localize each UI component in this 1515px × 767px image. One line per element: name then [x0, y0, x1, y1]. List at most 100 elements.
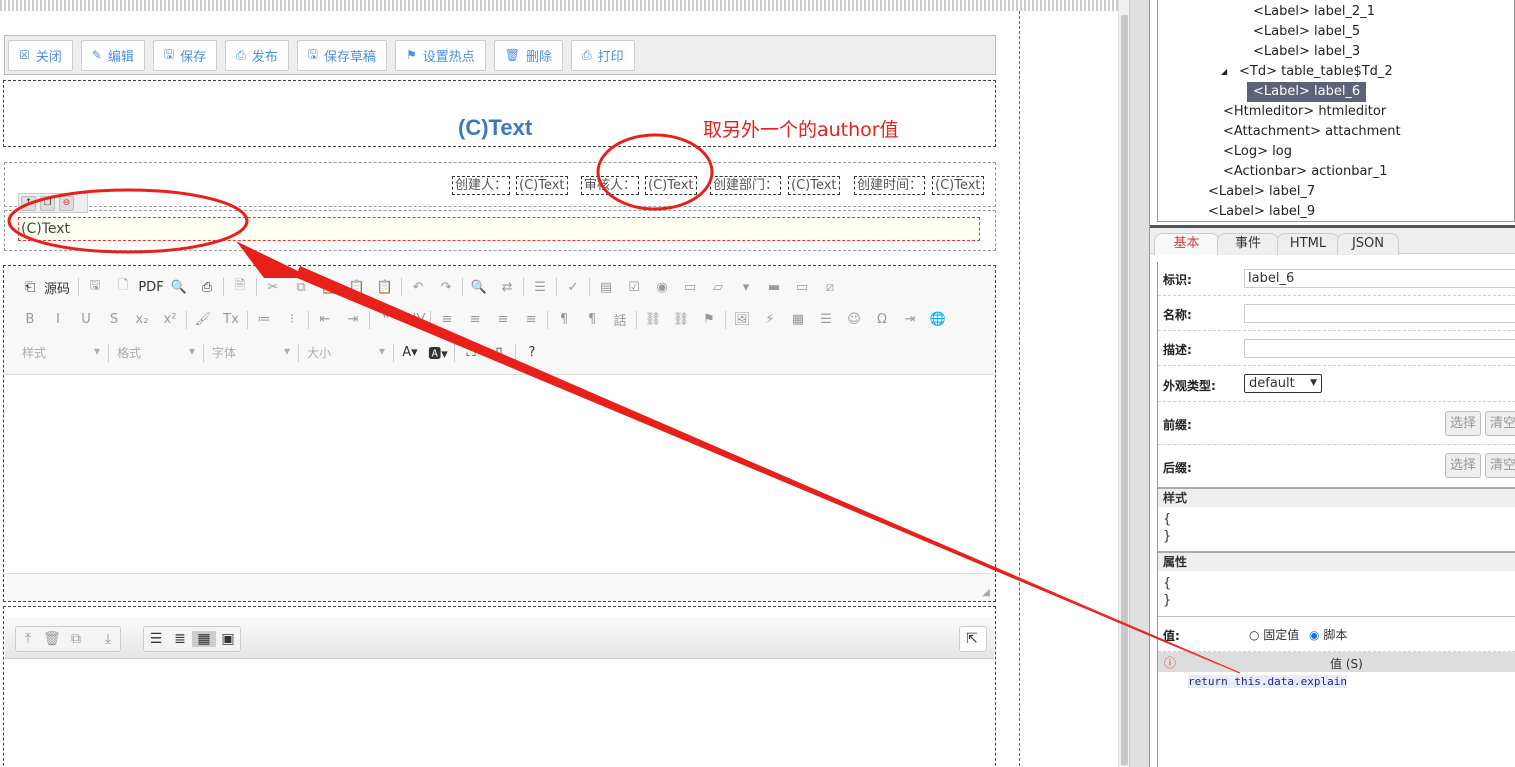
tree-node[interactable]: <Label> label_6	[1247, 82, 1367, 102]
info-value[interactable]: (C)Text	[516, 176, 568, 195]
align-left-icon[interactable]: ≡	[433, 312, 461, 327]
bold-icon[interactable]: B	[16, 312, 44, 327]
form-title[interactable]: (C)Text	[458, 115, 532, 141]
action-button-7[interactable]: ⎙ 打印	[571, 39, 635, 71]
action-button-1[interactable]: ✎ 编辑	[80, 39, 145, 71]
special-char-icon[interactable]: Ω	[868, 312, 896, 327]
info-label[interactable]: 审核人：	[581, 176, 640, 195]
image-icon[interactable]: 🖼	[728, 312, 756, 327]
ordered-list-icon[interactable]: ≣	[168, 631, 192, 647]
info-label[interactable]: 创建人：	[452, 176, 511, 195]
anchor-icon[interactable]: ⚑	[695, 312, 723, 327]
source-label[interactable]: 源码	[44, 278, 70, 297]
editor-combo[interactable]: 大小 ▾	[301, 344, 391, 361]
smiley-icon[interactable]: ☺	[840, 312, 868, 327]
language-icon[interactable]: 話	[606, 310, 634, 329]
action-button-4[interactable]: 🖫 保存草稿	[296, 39, 387, 71]
prefix-select-button[interactable]: 选择	[1445, 411, 1481, 436]
save-icon[interactable]: 🖫	[81, 276, 109, 298]
justify-icon[interactable]: ≡	[517, 312, 545, 327]
blockquote-icon[interactable]: ❞	[372, 312, 400, 327]
find-icon[interactable]: 🔍	[465, 280, 493, 295]
upload-icon[interactable]: ⤒	[16, 631, 40, 647]
align-center-icon[interactable]: ≡	[461, 312, 489, 327]
prefix-clear-button[interactable]: 清空	[1485, 411, 1515, 436]
editor-combo[interactable]: 格式 ▾	[111, 344, 201, 361]
info-value[interactable]: (C)Text	[932, 176, 984, 195]
expand-triangle-icon[interactable]: ◢	[1221, 62, 1227, 82]
action-button-2[interactable]: 🖫 保存	[152, 39, 218, 71]
action-button-3[interactable]: ⎙ 发布	[225, 39, 289, 71]
superscript-icon[interactable]: x²	[156, 312, 184, 327]
canvas-scrollbar[interactable]	[1118, 0, 1129, 767]
subscript-icon[interactable]: x₂	[128, 312, 156, 327]
action-button-0[interactable]: ☒ 关闭	[8, 39, 73, 71]
script-code-editor[interactable]: return this.data.explain	[1188, 675, 1347, 688]
tree-node[interactable]: <Actionbar> actionbar_1	[1217, 162, 1394, 182]
copy-icon[interactable]: ⧉	[287, 280, 315, 295]
text-color-icon[interactable]: A▾	[396, 345, 424, 360]
attr-open-brace[interactable]: {	[1163, 576, 1171, 591]
tree-node[interactable]: <Htmleditor> htmleditor	[1217, 102, 1392, 122]
resize-handle-icon[interactable]: ◢	[982, 587, 990, 598]
tree-node[interactable]: <Label> label_3	[1247, 42, 1366, 62]
delete-icon[interactable]: ⊖	[59, 196, 74, 211]
italic-icon[interactable]: I	[44, 312, 72, 327]
source-icon[interactable]: ⎗	[16, 280, 44, 295]
style-close-brace[interactable]: }	[1163, 529, 1171, 544]
textarea-icon[interactable]: ▱	[704, 280, 732, 295]
div-icon[interactable]: DIV	[400, 312, 428, 327]
image-view-icon[interactable]: ▣	[216, 631, 240, 647]
delete-icon[interactable]: 🗑	[40, 631, 64, 647]
radio-fixed[interactable]: ○ 固定值	[1249, 626, 1299, 643]
download-icon[interactable]: ⤓	[96, 631, 120, 647]
editor-combo[interactable]: 字体 ▾	[206, 344, 296, 361]
help-icon[interactable]: ?	[518, 345, 546, 360]
list-icon[interactable]: ☰	[144, 631, 168, 647]
copy-icon[interactable]: ❐	[40, 196, 55, 211]
expand-icon[interactable]: ⇱	[960, 631, 984, 647]
maximize-icon[interactable]: ⛶	[457, 345, 485, 360]
undo-icon[interactable]: ↶	[404, 280, 432, 295]
appearance-select[interactable]: default ▼	[1244, 374, 1322, 393]
iframe-icon[interactable]: 🌐	[924, 312, 952, 327]
redo-icon[interactable]: ↷	[432, 280, 460, 295]
format-painter-icon[interactable]: 🖌	[189, 312, 217, 327]
info-value[interactable]: (C)Text	[645, 176, 697, 195]
paste-word-icon[interactable]: 📋	[371, 280, 399, 295]
tree-node[interactable]: <Label> label_7	[1202, 182, 1321, 202]
tree-node[interactable]: <Log> log	[1217, 142, 1298, 162]
tree-node[interactable]: <Label> label_5	[1247, 22, 1366, 42]
hiddenfield-icon[interactable]: ⧄	[816, 280, 844, 295]
panel-splitter[interactable]	[1129, 0, 1150, 767]
info-label[interactable]: 创建部门：	[710, 176, 782, 195]
suffix-select-button[interactable]: 选择	[1445, 453, 1481, 478]
select-icon[interactable]: ▾	[732, 280, 760, 295]
ordered-list-icon[interactable]: ≔	[250, 312, 278, 327]
flash-icon[interactable]: ⚡	[756, 312, 784, 327]
form-icon[interactable]: ▤	[592, 280, 620, 295]
id-input[interactable]: label_6	[1244, 269, 1515, 288]
select-all-icon[interactable]: ☰	[526, 280, 554, 295]
imagebutton-icon[interactable]: ▭	[788, 280, 816, 295]
underline-icon[interactable]: U	[72, 312, 100, 327]
bullet-list-icon[interactable]: ⁝	[278, 312, 306, 327]
rtl-icon[interactable]: ¶	[578, 312, 606, 327]
style-section-header[interactable]: 样式	[1158, 487, 1515, 507]
tab-1[interactable]: 事件	[1217, 233, 1279, 255]
desc-input[interactable]	[1244, 339, 1515, 358]
name-input[interactable]	[1244, 304, 1515, 323]
suffix-clear-button[interactable]: 清空	[1485, 453, 1515, 478]
link-icon[interactable]: ⛓	[639, 312, 667, 327]
cut-icon[interactable]: ✂	[259, 280, 287, 295]
selected-label-field[interactable]: (C)Text	[18, 217, 980, 241]
template-icon[interactable]: 🗎	[226, 276, 254, 298]
info-value[interactable]: (C)Text	[788, 176, 840, 195]
info-label[interactable]: 创建时间：	[854, 176, 926, 195]
editor-content-area[interactable]	[5, 374, 994, 574]
outdent-icon[interactable]: ⇤	[311, 312, 339, 327]
table-icon[interactable]: ▦	[784, 312, 812, 327]
radio-icon[interactable]: ◉	[648, 280, 676, 295]
attr-section-header[interactable]: 属性	[1158, 551, 1515, 571]
ltr-icon[interactable]: ¶	[550, 312, 578, 327]
